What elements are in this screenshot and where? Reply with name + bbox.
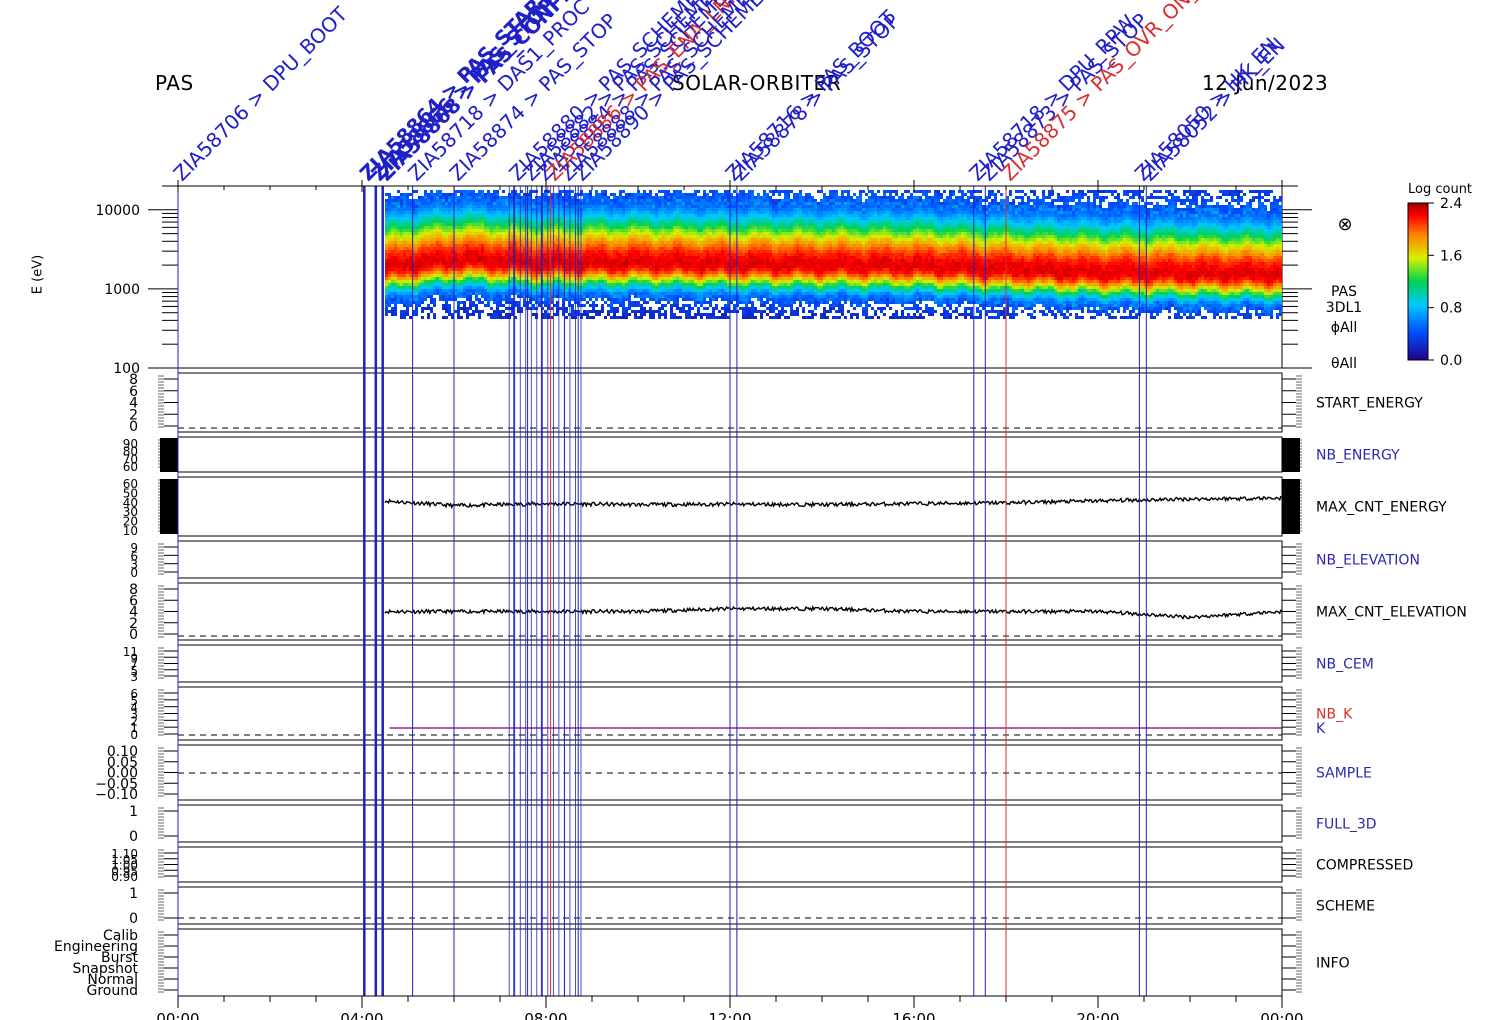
panel-tick-label: 10: [123, 524, 138, 538]
colorbar-tick-label: 0.8: [1440, 301, 1462, 317]
look-direction-symbol: ⊗: [1337, 214, 1352, 235]
time-tick-label: 00:00: [1260, 1010, 1303, 1020]
panel-nb-k: 6543210NB_KK: [130, 686, 1353, 742]
colorbar-tick-label: 1.6: [1440, 248, 1462, 264]
time-tick-label: 12:00: [708, 1010, 751, 1020]
panel-label: SCHEME: [1316, 899, 1375, 915]
panel-nb-elevation: 9630NB_ELEVATION: [130, 540, 1420, 580]
panel-tick-label: 0: [129, 419, 138, 435]
panel-tick-label: 1: [129, 886, 138, 902]
panel-nb-energy: 90807060NB_ENERGY: [123, 436, 1400, 474]
chart-canvas: 100001000100PAS3DL1ϕAllθAll⊗ 86420START_…: [54, 0, 1467, 1020]
spectrogram-heatmap: [385, 190, 1282, 319]
panel-compressed: 1.101.051.000.950.90COMPRESSED: [111, 846, 1413, 884]
panel-tick-label: 60: [123, 460, 138, 474]
panel-tick-label: 0.90: [111, 870, 138, 884]
panel-label: FULL_3D: [1316, 817, 1377, 833]
panel-label-extra: K: [1316, 721, 1326, 737]
command-event-label: ZIA58052 > HK_EN: [1137, 33, 1290, 186]
panel-tick-label: Ground: [87, 983, 139, 999]
panel-label: INFO: [1316, 956, 1350, 972]
colorbar-tick-label: 2.4: [1440, 196, 1462, 212]
panel-max-cnt-elevation: 86420MAX_CNT_ELEVATION: [129, 582, 1467, 643]
panel-scheme: 1 0 SCHEME: [129, 886, 1375, 927]
panel-tick-label: 3: [130, 670, 138, 684]
time-tick-label: 16:00: [892, 1010, 935, 1020]
panel-tick-label: 0: [129, 911, 138, 927]
panel-nb-cem: 119753NB_CEM: [123, 644, 1374, 684]
colorbar-tick-label: 0.0: [1440, 353, 1462, 369]
energy-tick-label: 1000: [104, 282, 140, 298]
time-tick-label: 04:00: [340, 1010, 383, 1020]
panel-label: START_ENERGY: [1316, 396, 1423, 412]
panel-tick-label: 0: [129, 627, 138, 643]
time-tick-label: 20:00: [1076, 1010, 1119, 1020]
panel-series-line: [384, 604, 1283, 620]
panel-label: NB_CEM: [1316, 657, 1374, 673]
spectrogram-side-label: θAll: [1331, 356, 1357, 372]
colorbar-gradient: [1407, 202, 1429, 361]
panel-tick-label: −0.10: [95, 787, 138, 803]
panel-full-3d: 1 0 FULL_3D: [129, 804, 1377, 845]
time-tick-label: 00:00: [156, 1010, 199, 1020]
panel-tick-label: 0: [130, 566, 138, 580]
panel-start-energy: 86420START_ENERGY: [129, 372, 1423, 435]
command-event: ZIA58052 > HK_EN: [1137, 33, 1290, 996]
panel-info: CalibEngineeringBurstSnapshotNormalGroun…: [54, 928, 1350, 999]
side-fill-left: [160, 438, 178, 472]
energy-tick-label: 10000: [95, 203, 140, 219]
side-fill-right: [1282, 438, 1300, 472]
command-event-label: ZIA58878 > PAS_STOP: [727, 9, 904, 186]
panel-label: MAX_CNT_ELEVATION: [1316, 605, 1467, 621]
side-fill-right: [1282, 479, 1300, 534]
panel-tick-label: 1: [129, 804, 138, 820]
time-tick-label: 08:00: [524, 1010, 567, 1020]
command-event-label: ZIA58873 > PAS_STOP: [976, 9, 1153, 186]
panel-label: NB_ELEVATION: [1316, 553, 1420, 569]
panel-label: SAMPLE: [1316, 766, 1372, 782]
panel-label: NB_ENERGY: [1316, 448, 1400, 464]
panel-tick-label: 0: [130, 728, 138, 742]
spectrogram-side-label: 3DL1: [1326, 300, 1362, 316]
spectrogram-side-label: PAS: [1331, 284, 1357, 300]
panel-series-line: [384, 495, 1283, 510]
panel-max-cnt-energy: 605040302010MAX_CNT_ENERGY: [123, 476, 1447, 538]
panel-label: MAX_CNT_ENERGY: [1316, 500, 1447, 516]
command-event-label: ZIA58706 > DPU_BOOT: [169, 1, 353, 185]
panel-tick-label: 0: [129, 829, 138, 845]
spectrogram-side-label: ϕAll: [1331, 320, 1358, 336]
panel-label: COMPRESSED: [1316, 858, 1413, 874]
command-event: ZIA58878 > PAS_STOP: [727, 9, 904, 996]
side-fill-left: [160, 479, 178, 534]
